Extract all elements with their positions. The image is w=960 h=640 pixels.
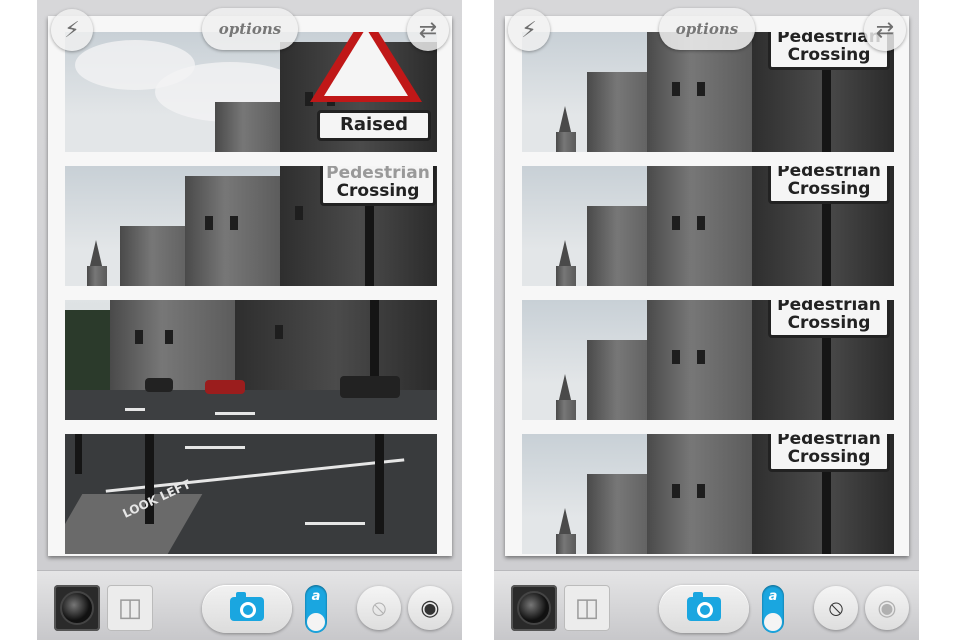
layout-button[interactable]: ◫ (564, 585, 610, 631)
flash-icon: ⚡ (64, 17, 80, 43)
layout-icon: ◫ (574, 593, 600, 623)
shutter-button[interactable] (202, 585, 292, 633)
mode-toggle[interactable]: a (762, 585, 784, 633)
photo-strip-2[interactable]: Pedestrian Crossing (522, 166, 894, 286)
flash-button[interactable]: ⚡ (508, 9, 550, 51)
photo-strip-3[interactable]: Pedestrian Crossing (522, 300, 894, 420)
road-sign: Pedestrian Crossing (768, 434, 890, 472)
flash-icon: ⚡ (521, 17, 537, 43)
flash-button[interactable]: ⚡ (51, 9, 93, 51)
sign-text: Crossing (787, 178, 871, 199)
toggle-knob (764, 613, 782, 631)
photo-strip-1[interactable]: Pedestrian Crossing (522, 32, 894, 152)
bottom-toolbar: ◫ a ⦸ ◉ (494, 570, 919, 640)
road-sign: Pedestrian Crossing (768, 300, 890, 338)
layout-button[interactable]: ◫ (107, 585, 153, 631)
camera-icon (687, 592, 721, 621)
switch-camera-button[interactable]: ⇄ (407, 9, 449, 51)
photo-strip-3[interactable] (65, 300, 437, 420)
eye-icon: ◉ (877, 595, 897, 621)
sign-text: Crossing (787, 446, 871, 467)
photo-strip-1[interactable]: Raised (65, 32, 437, 152)
shutter-button[interactable] (659, 585, 749, 633)
photo-strip-2[interactable]: Pedestrian Crossing (65, 166, 437, 286)
right-screen: Pedestrian Crossing Pedestrian Crossing (494, 0, 919, 640)
preview-button[interactable]: ◉ (408, 586, 452, 630)
preview-button[interactable]: ◉ (865, 586, 909, 630)
eye-icon: ◉ (420, 595, 440, 621)
sign-text: Raised (340, 114, 408, 135)
layout-icon: ◫ (117, 593, 143, 623)
bottom-toolbar: ◫ a ⦸ ◉ (37, 570, 462, 640)
sign-text: Crossing (787, 44, 871, 65)
toggle-knob (307, 613, 325, 631)
lens-icon (517, 591, 551, 625)
mode-toggle[interactable]: a (305, 585, 327, 633)
options-label: options (218, 20, 282, 38)
switch-camera-icon: ⇄ (418, 17, 438, 43)
road-sign: Pedestrian Crossing (768, 166, 890, 204)
options-label: options (675, 20, 739, 38)
hide-preview-icon: ⦸ (371, 595, 387, 621)
camera-icon (230, 592, 264, 621)
photo-card: Raised Pedestrian Crossing LOOK LEFT (48, 16, 452, 556)
options-button[interactable]: options (659, 8, 755, 50)
hide-preview-button[interactable]: ⦸ (814, 586, 858, 630)
toggle-letter: a (768, 589, 778, 604)
road-sign: Pedestrian Crossing (320, 166, 436, 206)
lens-button[interactable] (511, 585, 557, 631)
sign-text: Crossing (336, 180, 420, 201)
photo-card: Pedestrian Crossing Pedestrian Crossing (505, 16, 909, 556)
toggle-letter: a (311, 589, 321, 604)
photo-strip-4[interactable]: LOOK LEFT (65, 434, 437, 554)
hide-preview-button[interactable]: ⦸ (357, 586, 401, 630)
switch-camera-icon: ⇄ (875, 17, 895, 43)
sign-text: Crossing (787, 312, 871, 333)
options-button[interactable]: options (202, 8, 298, 50)
left-screen: Raised Pedestrian Crossing LOOK LEFT ⚡ o… (37, 0, 462, 640)
hide-preview-icon: ⦸ (828, 595, 844, 621)
lens-icon (60, 591, 94, 625)
switch-camera-button[interactable]: ⇄ (864, 9, 906, 51)
lens-button[interactable] (54, 585, 100, 631)
photo-strip-4[interactable]: Pedestrian Crossing (522, 434, 894, 554)
road-sign: Raised (317, 110, 431, 141)
